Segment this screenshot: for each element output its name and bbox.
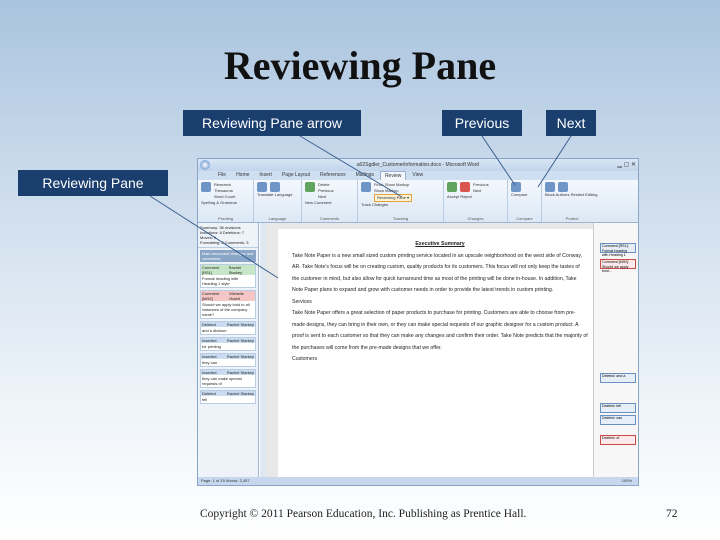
group-label-compare: Compare xyxy=(516,216,533,221)
group-label-proofing: Proofing xyxy=(218,216,233,221)
callout-reviewing-pane: Reviewing Pane xyxy=(18,170,168,196)
reviewing-pane[interactable]: Summary: 38 revisions Insertions: 8 Dele… xyxy=(198,223,259,477)
revision-entry[interactable]: Comment [MH2] Michelle Hulett Should we a… xyxy=(200,290,256,319)
doc-paragraph-1: Take Note Paper is a new small sized cus… xyxy=(292,252,582,294)
reviewing-pane-button[interactable]: Reviewing Pane ▾ xyxy=(374,194,413,202)
markup-balloons: Comment [RS1]: Format heading with Headi… xyxy=(593,223,638,477)
doc-subheading-customers: Customers xyxy=(292,356,318,362)
group-label-tracking: Tracking xyxy=(392,216,409,221)
tab-insert[interactable]: Insert xyxy=(255,171,276,180)
restrict-editing-icon[interactable] xyxy=(558,182,568,192)
group-language: Translate Language Language xyxy=(254,180,302,222)
group-proofing: Research Thesaurus Word Count Spelling &… xyxy=(198,180,254,222)
language-icon[interactable] xyxy=(270,182,280,192)
window-controls-icon[interactable]: ▁ ▢ ✕ xyxy=(617,161,636,169)
next-change-button[interactable]: Next xyxy=(473,188,489,194)
balloon-deleted[interactable]: Deleted: of xyxy=(600,435,636,445)
zoom-level[interactable]: 100% xyxy=(622,477,632,485)
doc-paragraph-2: Take Note Paper offers a great selection… xyxy=(292,310,588,351)
group-protect: Block Authors Restrict Editing Protect xyxy=(542,180,602,222)
restrict-editing-button[interactable]: Restrict Editing xyxy=(571,192,598,197)
tab-review[interactable]: Review xyxy=(379,171,407,180)
reviewing-pane-counts-2: Formatting: 2 Comments: 3 xyxy=(200,240,249,245)
balloon-deleted[interactable]: Deleted: and a xyxy=(600,373,636,383)
group-changes: Previous Next Accept Reject Changes xyxy=(444,180,508,222)
callout-next: Next xyxy=(546,110,596,136)
language-button[interactable]: Language xyxy=(275,192,293,197)
status-text: Page: 1 of 15 Words: 2,457 xyxy=(201,478,250,483)
group-tracking: Final: Show Markup Show Markup Reviewing… xyxy=(358,180,444,222)
track-changes-button[interactable]: Track Changes xyxy=(361,202,440,208)
group-label-comments: Comments xyxy=(319,216,340,221)
compare-icon[interactable] xyxy=(511,182,521,192)
revision-entry[interactable]: Deleted Rachel Starkey tell xyxy=(200,390,256,404)
doc-heading: Executive Summary xyxy=(415,241,465,247)
balloon-comment[interactable]: Comment [MH2]: Should we apply bold... xyxy=(600,259,636,273)
tab-view[interactable]: View xyxy=(408,171,427,180)
group-compare: Compare Compare xyxy=(508,180,542,222)
window-titlebar: a02Sgdler_CustomerInformation.docx - Mic… xyxy=(198,159,638,171)
reviewing-pane-counts: Insertions: 8 Deletions: 7 Moves: 0 xyxy=(200,230,245,240)
revision-entry[interactable]: Deleted Rachel Starkey and a division xyxy=(200,321,256,335)
tab-page-layout[interactable]: Page Layout xyxy=(278,171,314,180)
balloon-comment[interactable]: Comment [RS1]: Format heading with Headi… xyxy=(600,243,636,262)
tab-references[interactable]: References xyxy=(316,171,350,180)
revision-entry[interactable]: Inserted Rachel Starkey they can make spe… xyxy=(200,369,256,388)
callout-reviewing-pane-arrow: Reviewing Pane arrow xyxy=(183,110,361,136)
balloon-deleted[interactable]: Deleted: can xyxy=(600,415,636,425)
callout-previous: Previous xyxy=(442,110,522,136)
ribbon: Research Thesaurus Word Count Spelling &… xyxy=(198,180,638,223)
block-authors-icon[interactable] xyxy=(545,182,555,192)
new-comment-button[interactable]: New Comment xyxy=(305,200,354,206)
vertical-ruler xyxy=(260,223,266,477)
ribbon-tabs: File Home Insert Page Layout References … xyxy=(198,171,638,180)
spelling-button[interactable]: Spelling & Grammar xyxy=(201,200,250,206)
track-changes-icon[interactable] xyxy=(361,182,371,192)
tab-home[interactable]: Home xyxy=(232,171,253,180)
balloon-deleted[interactable]: Deleted: tell xyxy=(600,403,636,413)
compare-button[interactable]: Compare xyxy=(511,192,538,198)
document-page[interactable]: Executive Summary Take Note Paper is a n… xyxy=(278,229,594,477)
group-label-protect: Protect xyxy=(565,216,579,221)
status-bar: Page: 1 of 15 Words: 2,457 100% xyxy=(198,477,638,485)
doc-subheading-services: Services xyxy=(292,298,312,305)
group-label-language: Language xyxy=(268,216,287,221)
revision-entry[interactable]: Comment [RS1] Rachel Starkey Format headi… xyxy=(200,264,256,288)
window-title: a02Sgdler_CustomerInformation.docx - Mic… xyxy=(356,162,480,168)
group-label-changes: Changes xyxy=(467,216,484,221)
block-authors-button[interactable]: Block Authors xyxy=(545,192,569,197)
tab-file[interactable]: File xyxy=(214,171,230,180)
accept-icon[interactable] xyxy=(447,182,457,192)
group-comments: Delete Previous Next New Comment Comment… xyxy=(302,180,358,222)
translate-button[interactable]: Translate xyxy=(257,192,274,197)
reject-icon[interactable] xyxy=(460,182,470,192)
translate-icon[interactable] xyxy=(257,182,267,192)
slide-page-number: 72 xyxy=(666,508,678,520)
new-comment-icon[interactable] xyxy=(305,182,315,192)
document-area[interactable]: Executive Summary Take Note Paper is a n… xyxy=(260,223,594,477)
word-screenshot: a02Sgdler_CustomerInformation.docx - Mic… xyxy=(197,158,639,486)
tab-mailings[interactable]: Mailings xyxy=(352,171,378,180)
slide-footer: Copyright © 2011 Pearson Education, Inc.… xyxy=(200,508,527,520)
reviewing-pane-section: Main document changes and comments xyxy=(200,250,256,262)
revision-entry[interactable]: Inserted Rachel Starkey for printing xyxy=(200,337,256,351)
revision-entry[interactable]: Inserted Rachel Starkey they can xyxy=(200,353,256,367)
spelling-icon[interactable] xyxy=(201,182,211,192)
reject-button[interactable]: Reject xyxy=(460,194,471,199)
office-button-icon[interactable] xyxy=(200,160,210,170)
accept-button[interactable]: Accept xyxy=(447,194,459,199)
slide-title: Reviewing Pane xyxy=(223,43,497,88)
